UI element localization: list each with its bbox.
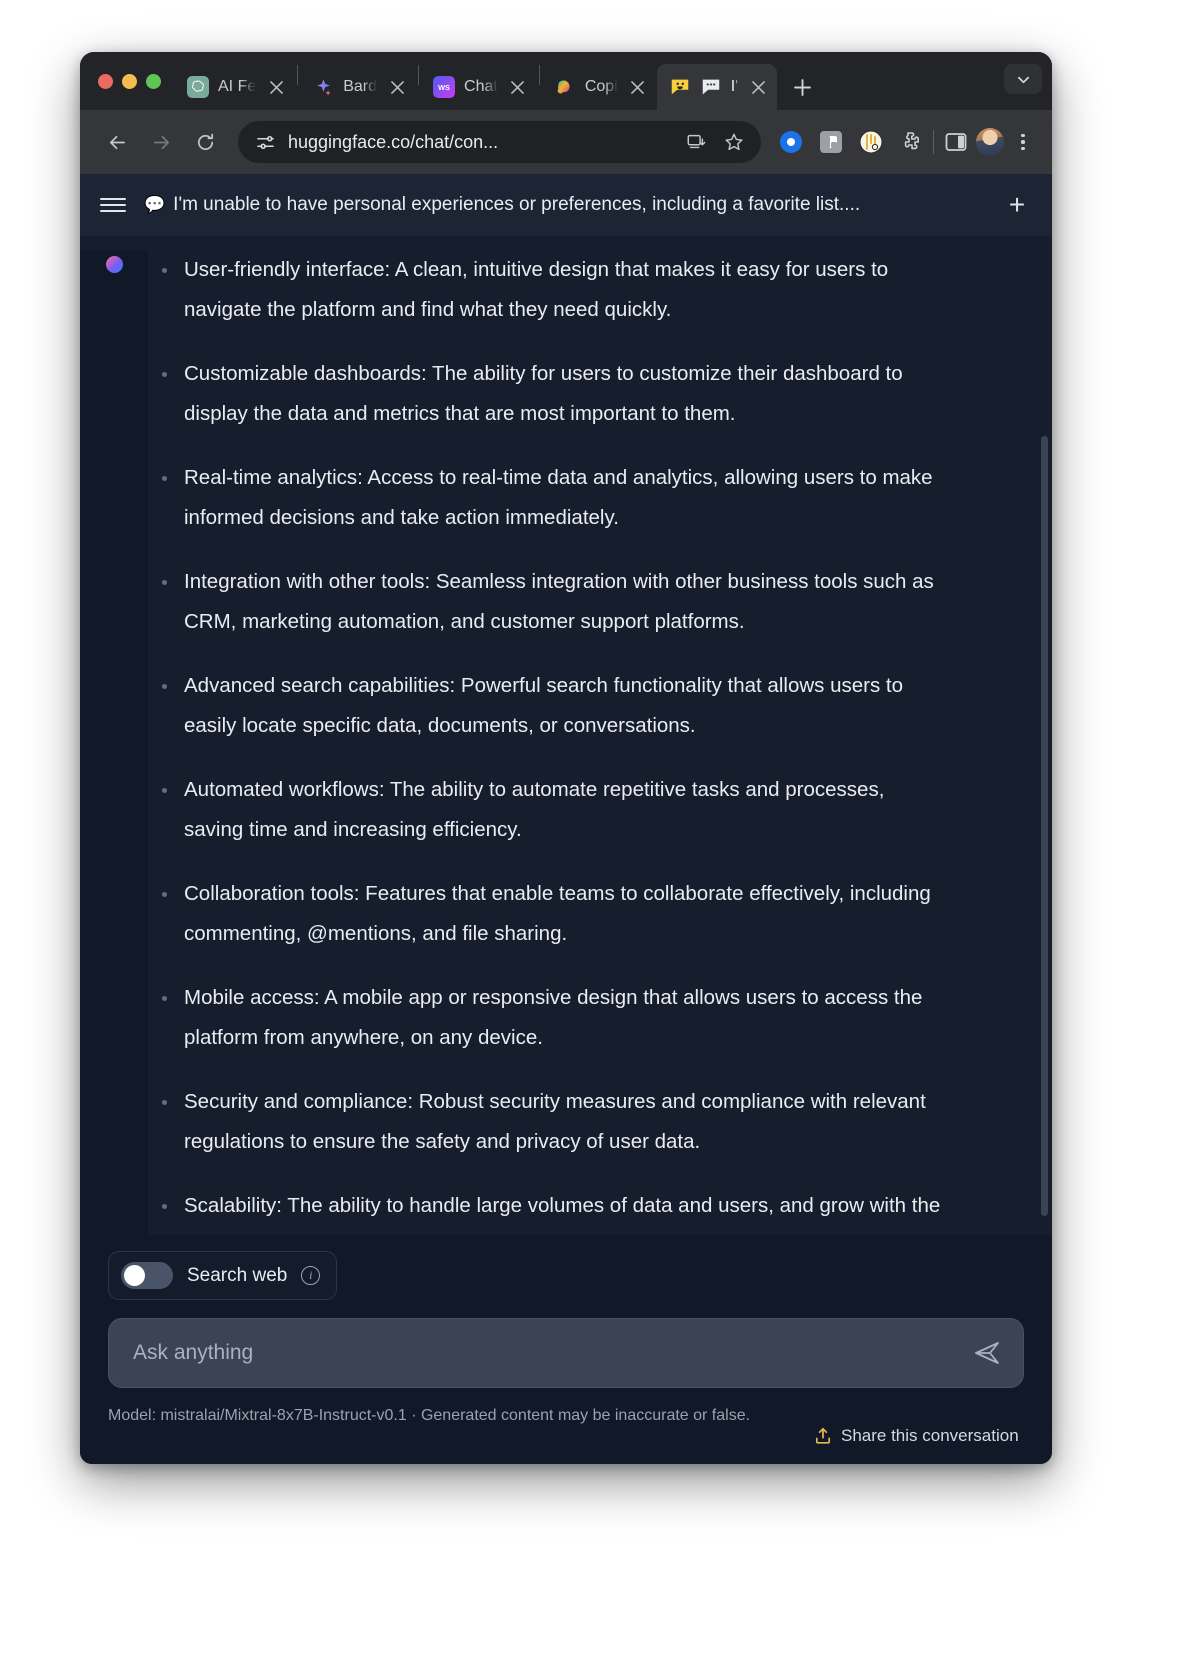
info-icon[interactable]: i — [301, 1266, 321, 1285]
close-window-button[interactable] — [98, 73, 113, 89]
tab-divider — [297, 65, 299, 85]
maximize-window-button[interactable] — [146, 73, 161, 89]
new-chat-button[interactable]: + — [1004, 190, 1030, 218]
list-item: Customizable dashboards: The ability for… — [148, 354, 948, 458]
close-tab-button[interactable] — [265, 76, 287, 98]
composer: Search web i Ask anything — [80, 1235, 1052, 1388]
address-bar-url[interactable]: huggingface.co/chat/con... — [288, 132, 671, 153]
list-item: Security and compliance: Robust security… — [148, 1082, 948, 1186]
search-web-toggle[interactable]: Search web i — [108, 1251, 338, 1300]
close-tab-button[interactable] — [507, 76, 529, 98]
tune-icon[interactable] — [252, 129, 278, 155]
tab-list: AI Fe Bard WS Chat Copi I' — [175, 52, 1004, 110]
speech-bubble-icon — [702, 79, 719, 95]
huggingchat-smiley-icon — [671, 79, 688, 95]
tab-huggingchat[interactable]: I' — [656, 64, 778, 110]
tab-label: AI Fe — [218, 78, 257, 95]
assistant-avatar-column — [80, 250, 148, 1235]
page-footer: Model: mistralai/Mixtral-8x7B-Instruct-v… — [80, 1388, 1052, 1464]
forward-arrow-icon[interactable] — [142, 123, 180, 161]
tab-copilot[interactable]: Copi — [542, 64, 657, 110]
tab-divider — [418, 65, 420, 85]
tab-divider — [538, 65, 540, 85]
hamburger-menu-icon[interactable] — [100, 192, 126, 218]
close-tab-button[interactable] — [747, 76, 769, 98]
chevron-down-icon[interactable] — [1004, 64, 1042, 94]
feature-bullet-list: User-friendly interface: A clean, intuit… — [148, 250, 1012, 1235]
tab-label: I' — [730, 78, 739, 95]
chat-input[interactable]: Ask anything — [133, 1341, 973, 1365]
svg-text:WS: WS — [438, 83, 450, 92]
install-app-icon[interactable] — [681, 127, 711, 157]
list-item: Integration with other tools: Seamless i… — [148, 562, 948, 666]
search-web-label: Search web — [187, 1264, 288, 1286]
list-item: Advanced search capabilities: Powerful s… — [148, 666, 948, 770]
puzzle-extensions-icon[interactable] — [897, 128, 925, 156]
extensions-row — [777, 128, 925, 156]
gray-panel-icon[interactable] — [817, 128, 845, 156]
close-tab-button[interactable] — [627, 76, 649, 98]
toolbar-divider — [933, 130, 934, 154]
tab-ai-feed[interactable]: AI Fe — [175, 64, 295, 110]
list-item: Real-time analytics: Access to real-time… — [148, 458, 948, 562]
tab-strip: AI Fe Bard WS Chat Copi I' — [80, 52, 1052, 110]
copilot-icon — [557, 80, 570, 94]
list-item: Automated workflows: The ability to auto… — [148, 770, 948, 874]
list-item: User-friendly interface: A clean, intuit… — [148, 250, 948, 354]
reload-icon[interactable] — [186, 123, 224, 161]
omnibox-actions — [681, 127, 749, 157]
kebab-menu-icon[interactable] — [1010, 129, 1036, 155]
share-upload-icon — [814, 1427, 832, 1445]
star-icon[interactable] — [719, 127, 749, 157]
split-panel-icon[interactable] — [942, 128, 970, 156]
search-web-switch[interactable] — [121, 1262, 173, 1289]
back-arrow-icon[interactable] — [98, 123, 136, 161]
minimize-window-button[interactable] — [122, 73, 137, 89]
bard-sparkle-icon — [317, 79, 331, 96]
tab-strip-right — [1004, 52, 1042, 110]
tab-label: Copi — [584, 78, 618, 95]
yellow-circle-icon[interactable] — [857, 128, 885, 156]
tab-bard[interactable]: Bard — [300, 64, 416, 110]
gradient-orb-avatar — [105, 256, 123, 273]
huggingchat-page: 💬 I'm unable to have personal experience… — [80, 174, 1052, 1464]
list-item: Mobile access: A mobile app or responsiv… — [148, 978, 948, 1082]
model-disclaimer: Model: mistralai/Mixtral-8x7B-Instruct-v… — [108, 1407, 751, 1424]
assistant-message-body: User-friendly interface: A clean, intuit… — [148, 250, 1052, 1235]
list-item: Scalability: The ability to handle large… — [148, 1186, 948, 1235]
chat-header: 💬 I'm unable to have personal experience… — [80, 174, 1052, 236]
window-traffic-lights — [94, 52, 175, 110]
tab-chatsonic[interactable]: WS Chat — [421, 64, 537, 110]
chat-title-text: I'm unable to have personal experiences … — [173, 193, 861, 215]
share-conversation-button[interactable]: Share this conversation — [814, 1404, 1019, 1446]
new-tab-button[interactable] — [785, 70, 819, 104]
page-title: 💬 I'm unable to have personal experience… — [144, 194, 986, 216]
openai-icon — [187, 76, 209, 98]
vertical-scrollbar[interactable] — [1041, 436, 1048, 1216]
avatar[interactable] — [976, 128, 1004, 156]
speech-bubble-icon: 💬 — [144, 194, 166, 214]
toggle-knob — [124, 1265, 145, 1286]
blue-record-icon[interactable] — [777, 128, 805, 156]
close-tab-button[interactable] — [386, 76, 408, 98]
omnibox[interactable]: huggingface.co/chat/con... — [238, 121, 761, 163]
writesonic-icon: WS — [433, 76, 456, 98]
tab-label: Chat — [464, 78, 498, 95]
share-label: Share this conversation — [841, 1426, 1019, 1445]
tab-label: Bard — [343, 78, 378, 95]
list-item: Collaboration tools: Features that enabl… — [148, 874, 948, 978]
message-scroll-area[interactable]: User-friendly interface: A clean, intuit… — [80, 236, 1052, 1235]
chat-input-bar[interactable]: Ask anything — [108, 1318, 1024, 1388]
browser-window: AI Fe Bard WS Chat Copi I' huggingface.c… — [80, 52, 1052, 1464]
assistant-message: User-friendly interface: A clean, intuit… — [80, 236, 1052, 1235]
send-paper-plane-icon[interactable] — [973, 1339, 1001, 1367]
screenshot-root: AI Fe Bard WS Chat Copi I' huggingface.c… — [0, 0, 1200, 1663]
browser-toolbar: huggingface.co/chat/con... — [80, 110, 1052, 174]
